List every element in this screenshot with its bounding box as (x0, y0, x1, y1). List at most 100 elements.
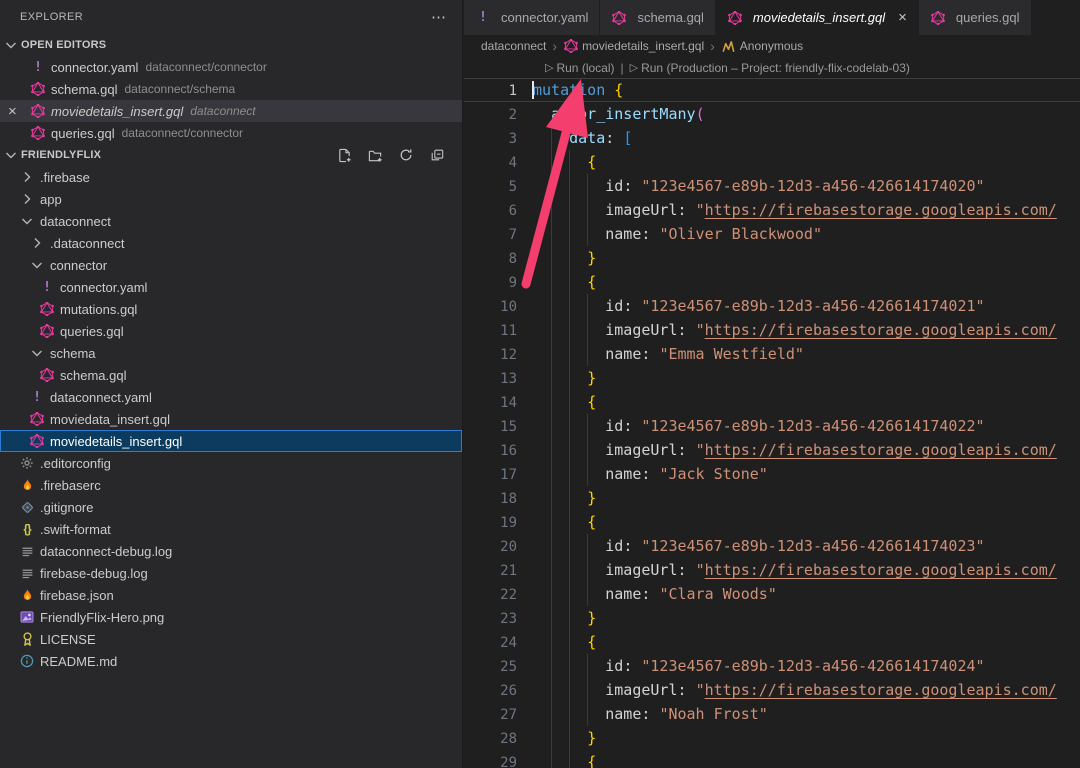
tree-item-friendlyflix-hero-png[interactable]: FriendlyFlix-Hero.png (0, 606, 462, 628)
indent-guide (569, 270, 570, 294)
open-editor-moviedetails-insert-gql[interactable]: ×moviedetails_insert.gqldataconnect (0, 100, 462, 122)
line-number: 23 (464, 607, 517, 631)
tab-queries-gql[interactable]: queries.gql (919, 0, 1032, 35)
tree-item-mutations-gql[interactable]: mutations.gql (0, 298, 462, 320)
code-token: : (678, 561, 696, 579)
code-token: : (623, 537, 641, 555)
open-editor-name: moviedetails_insert.gql (51, 104, 183, 119)
tree-item-schema[interactable]: schema (0, 342, 462, 364)
breadcrumb-item-anonymous[interactable]: Anonymous (721, 39, 803, 54)
tree-item-schema-gql[interactable]: schema.gql (0, 364, 462, 386)
code-token (533, 369, 587, 387)
run-local-link[interactable]: Run (local) (556, 61, 614, 75)
info-icon (19, 653, 35, 669)
tree-item-connector[interactable]: connector (0, 254, 462, 276)
chevron-down-icon (29, 345, 45, 361)
tree-item-readme-md[interactable]: README.md (0, 650, 462, 672)
indent-guide (587, 582, 588, 606)
new-folder-icon[interactable] (367, 147, 383, 163)
tree-item-dataconnect-yaml[interactable]: !dataconnect.yaml (0, 386, 462, 408)
chevron-right-icon (19, 169, 35, 185)
new-file-icon[interactable] (336, 147, 352, 163)
code-token: : (678, 321, 696, 339)
indent-guide (587, 702, 588, 726)
code-line-10: 10 id: "123e4567-e89b-12d3-a456-42661417… (464, 294, 1080, 318)
indent-guide (569, 174, 570, 198)
tree-item-label: queries.gql (60, 324, 124, 339)
collapse-all-icon[interactable] (429, 147, 445, 163)
code-token: : (641, 345, 659, 363)
run-production-link[interactable]: Run (Production – Project: friendly-flix… (641, 61, 910, 75)
code-token: : (623, 297, 641, 315)
tree-item-queries-gql[interactable]: queries.gql (0, 320, 462, 342)
chevron-down-icon (29, 257, 45, 273)
indent-guide (551, 510, 552, 534)
graphql-icon (30, 81, 46, 97)
tree-item-connector-yaml[interactable]: !connector.yaml (0, 276, 462, 298)
open-editors-header[interactable]: OPEN EDITORS (0, 34, 462, 56)
tree-item-firebase-json[interactable]: firebase.json (0, 584, 462, 606)
tree-item-firebase-debug-log[interactable]: firebase-debug.log (0, 562, 462, 584)
vscode-window: EXPLORER ⋯ OPEN EDITORS !connector.yamld… (0, 0, 1080, 768)
line-number: 27 (464, 703, 517, 727)
code-token (533, 393, 587, 411)
tab-label: queries.gql (956, 10, 1020, 25)
indent-guide (551, 294, 552, 318)
indent-guide (551, 750, 552, 768)
tree-item-firebaserc[interactable]: .firebaserc (0, 474, 462, 496)
chevron-down-icon (3, 147, 19, 163)
more-actions-icon[interactable]: ⋯ (431, 10, 446, 25)
graphql-icon (611, 10, 627, 26)
refresh-icon[interactable] (398, 147, 414, 163)
warning-icon: ! (29, 389, 45, 405)
tree-item-app[interactable]: app (0, 188, 462, 210)
indent-guide (587, 558, 588, 582)
tree-item-label: mutations.gql (60, 302, 137, 317)
code-token: : (641, 225, 659, 243)
tab-schema-gql[interactable]: schema.gql (600, 0, 715, 35)
indent-guide (587, 534, 588, 558)
line-number: 3 (464, 127, 517, 151)
code-editor[interactable]: 1mutation {2 actor_insertMany(3 data: [4… (464, 78, 1080, 768)
code-token: name (605, 585, 641, 603)
line-number: 21 (464, 559, 517, 583)
tree-item-license[interactable]: LICENSE (0, 628, 462, 650)
code-line-12: 12 name: "Emma Westfield" (464, 342, 1080, 366)
breadcrumb-item-dataconnect[interactable]: dataconnect (481, 39, 546, 53)
indent-guide (551, 582, 552, 606)
tree-item-gitignore[interactable]: .gitignore (0, 496, 462, 518)
breadcrumb-item-moviedetails-insert-gql[interactable]: moviedetails_insert.gql (563, 39, 704, 54)
tree-item-dataconnect-debug-log[interactable]: dataconnect-debug.log (0, 540, 462, 562)
indent-guide (569, 222, 570, 246)
tree-item-editorconfig[interactable]: .editorconfig (0, 452, 462, 474)
open-editor-schema-gql[interactable]: schema.gqldataconnect/schema (0, 78, 462, 100)
code-token: data (569, 129, 605, 147)
tab-moviedetails-insert-gql[interactable]: moviedetails_insert.gql× (716, 0, 919, 35)
open-editors-list: !connector.yamldataconnect/connectorsche… (0, 56, 462, 144)
code-token (533, 105, 551, 123)
code-token: "123e4567-e89b-12d3-a456-426614174020" (641, 177, 984, 195)
code-line-6: 6 imageUrl: "https://firebasestorage.goo… (464, 198, 1080, 222)
indent-guide (569, 630, 570, 654)
project-header[interactable]: FRIENDLYFLIX (0, 144, 462, 166)
anonymous-icon (721, 39, 736, 54)
indent-guide (569, 678, 570, 702)
close-icon[interactable]: × (898, 9, 907, 26)
close-icon[interactable]: × (8, 100, 17, 122)
tab-connector-yaml[interactable]: !connector.yaml (464, 0, 600, 35)
tree-item-moviedata-insert-gql[interactable]: moviedata_insert.gql (0, 408, 462, 430)
tree-item-firebase[interactable]: .firebase (0, 166, 462, 188)
line-number: 4 (464, 151, 517, 175)
tree-item-swift-format[interactable]: {}.swift-format (0, 518, 462, 540)
tree-item-dataconnect[interactable]: .dataconnect (0, 232, 462, 254)
indent-guide (551, 726, 552, 750)
open-editor-queries-gql[interactable]: queries.gqldataconnect/connector (0, 122, 462, 144)
open-editor-name: queries.gql (51, 126, 115, 141)
code-line-29: 29 { (464, 750, 1080, 768)
code-token: : (623, 657, 641, 675)
open-editor-connector-yaml[interactable]: !connector.yamldataconnect/connector (0, 56, 462, 78)
tree-item-label: .swift-format (40, 522, 111, 537)
tree-item-moviedetails-insert-gql[interactable]: moviedetails_insert.gql (0, 430, 462, 452)
tree-item-dataconnect[interactable]: dataconnect (0, 210, 462, 232)
code-token: id (605, 537, 623, 555)
